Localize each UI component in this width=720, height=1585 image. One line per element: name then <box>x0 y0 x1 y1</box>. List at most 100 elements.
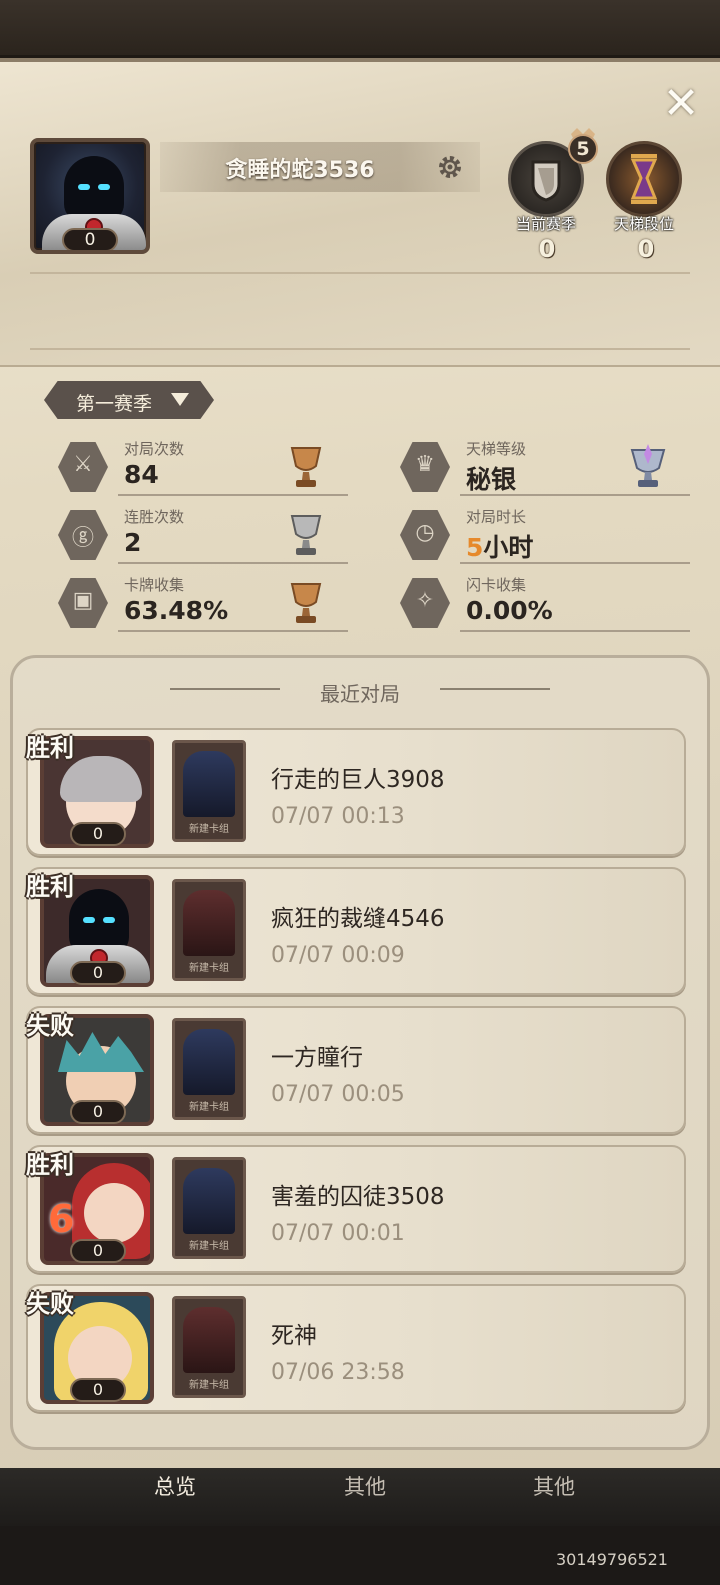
current-season-label: 当前赛季 <box>515 215 576 233</box>
stat-underline <box>118 494 348 496</box>
stat-card-collection: ▣ 卡牌收集 63.48% <box>58 574 348 634</box>
play-time-unit: 小时 <box>483 533 534 562</box>
match-result: 胜利 <box>26 873 74 901</box>
stat-underline <box>118 562 348 564</box>
stat-play-time: ◷ 对局时长 5小时 <box>400 506 690 566</box>
match-count: 0 <box>70 1100 126 1124</box>
match-time: 07/07 00:01 <box>271 1221 405 1246</box>
silver-trophy-icon <box>290 515 322 555</box>
user-id: 30149796521 <box>556 1550 668 1569</box>
bronze-trophy-icon <box>290 447 322 487</box>
ladder-badge[interactable] <box>606 141 682 217</box>
stat-games-played: ⚔ 对局次数 84 <box>58 438 348 498</box>
avatar-eye <box>83 917 95 923</box>
opponent-name: 疯狂的裁缝4546 <box>271 906 445 932</box>
match-row[interactable]: 6 胜利 0 新建卡组 害羞的囚徒3508 07/07 00:01 <box>26 1145 686 1273</box>
stat-underline <box>460 630 690 632</box>
deck-card: 新建卡组 <box>172 879 246 981</box>
match-count: 0 <box>70 1378 126 1402</box>
ladder-rank-value: 0 <box>637 235 655 263</box>
crossed-swords-icon: ⚔ <box>58 442 108 492</box>
match-count: 0 <box>70 1239 126 1263</box>
ladder-rank-label: 天梯段位 <box>613 215 674 233</box>
stat-value: 秘银 <box>466 465 517 494</box>
deck-art <box>183 1307 235 1373</box>
avatar-eye <box>98 184 110 190</box>
stat-label: 卡牌收集 <box>124 576 185 594</box>
opponent-name: 死神 <box>271 1323 317 1349</box>
deck-card: 新建卡组 <box>172 1296 246 1398</box>
recent-matches-title: 最近对局 <box>320 682 400 706</box>
stat-label: 连胜次数 <box>124 508 185 526</box>
opponent-name: 害羞的囚徒3508 <box>271 1184 445 1210</box>
header-divider <box>30 348 690 350</box>
match-row[interactable]: 胜利 0 新建卡组 疯狂的裁缝4546 07/07 00:09 <box>26 867 686 995</box>
play-time-number: 5 <box>466 533 484 562</box>
match-result: 失败 <box>26 1290 74 1318</box>
season-selector-label[interactable]: 第一赛季 <box>76 389 152 416</box>
hourglass-icon <box>630 154 658 204</box>
stat-underline <box>460 562 690 564</box>
stat-label: 对局时长 <box>466 508 527 526</box>
stat-label: 对局次数 <box>124 440 185 458</box>
stat-underline <box>460 494 690 496</box>
opponent-name: 行走的巨人3908 <box>271 767 445 793</box>
top-bar <box>0 0 720 58</box>
streak-icon: ⓖ <box>58 510 108 560</box>
match-time: 07/07 00:13 <box>271 804 405 829</box>
stat-flash-collection: ✧ 闪卡收集 0.00% <box>400 574 690 634</box>
deck-card: 新建卡组 <box>172 1157 246 1259</box>
header-divider <box>30 272 690 274</box>
deck-name: 新建卡组 <box>189 1102 229 1113</box>
bronze-trophy-icon <box>290 583 322 623</box>
flash-card-icon: ✧ <box>400 578 450 628</box>
deck-card: 新建卡组 <box>172 1018 246 1120</box>
chevron-down-icon[interactable] <box>171 393 189 406</box>
avatar-eye <box>78 184 90 190</box>
mithril-trophy-icon <box>630 444 666 487</box>
stat-ladder-level: ♛ 天梯等级 秘银 <box>400 438 690 498</box>
avatar-hood <box>64 156 124 222</box>
gear-icon[interactable] <box>435 152 465 182</box>
deck-art <box>183 890 235 956</box>
avatar-count: 0 <box>62 228 118 250</box>
deck-name: 新建卡组 <box>189 963 229 974</box>
opponent-name: 一方瞳行 <box>271 1045 363 1071</box>
match-count: 0 <box>70 822 126 846</box>
stat-value: 84 <box>124 460 159 489</box>
avatar-face <box>84 1183 144 1243</box>
stat-label: 闪卡收集 <box>466 576 527 594</box>
deck-name: 新建卡组 <box>189 824 229 835</box>
deck-art <box>183 1029 235 1095</box>
close-icon[interactable]: ✕ <box>660 82 702 126</box>
crown-icon: ♛ <box>400 442 450 492</box>
match-time: 07/06 23:58 <box>271 1360 405 1385</box>
tab-other-2[interactable]: 其他 <box>494 1471 614 1501</box>
clock-icon: ◷ <box>400 510 450 560</box>
match-result: 失败 <box>26 1012 74 1040</box>
deck-name: 新建卡组 <box>189 1241 229 1252</box>
match-result: 胜利 <box>26 734 74 762</box>
stat-value: 0.00% <box>466 596 553 625</box>
match-count: 0 <box>70 961 126 985</box>
match-time: 07/07 00:05 <box>271 1082 405 1107</box>
match-row[interactable]: 失败 0 新建卡组 一方瞳行 07/07 00:05 <box>26 1006 686 1134</box>
current-season-value: 0 <box>538 235 556 263</box>
player-name: 贪睡的蛇3536 <box>225 158 375 183</box>
avatar-eye <box>103 917 115 923</box>
match-result: 胜利 <box>26 1151 74 1179</box>
player-avatar[interactable]: 0 <box>30 138 150 254</box>
stat-value: 63.48% <box>124 596 229 625</box>
deck-card: 新建卡组 <box>172 740 246 842</box>
tab-other-1[interactable]: 其他 <box>305 1471 425 1501</box>
stat-underline <box>118 630 348 632</box>
match-row[interactable]: 失败 0 新建卡组 死神 07/06 23:58 <box>26 1284 686 1412</box>
deck-art <box>183 751 235 817</box>
tab-overview[interactable]: 总览 <box>115 1471 235 1501</box>
match-row[interactable]: 胜利 0 新建卡组 行走的巨人3908 07/07 00:13 <box>26 728 686 856</box>
streak-badge: 6 <box>48 1197 75 1241</box>
stat-win-streak: ⓖ 连胜次数 2 <box>58 506 348 566</box>
stat-label: 天梯等级 <box>466 440 527 458</box>
stat-value: 5小时 <box>466 528 533 564</box>
deck-name: 新建卡组 <box>189 1380 229 1391</box>
